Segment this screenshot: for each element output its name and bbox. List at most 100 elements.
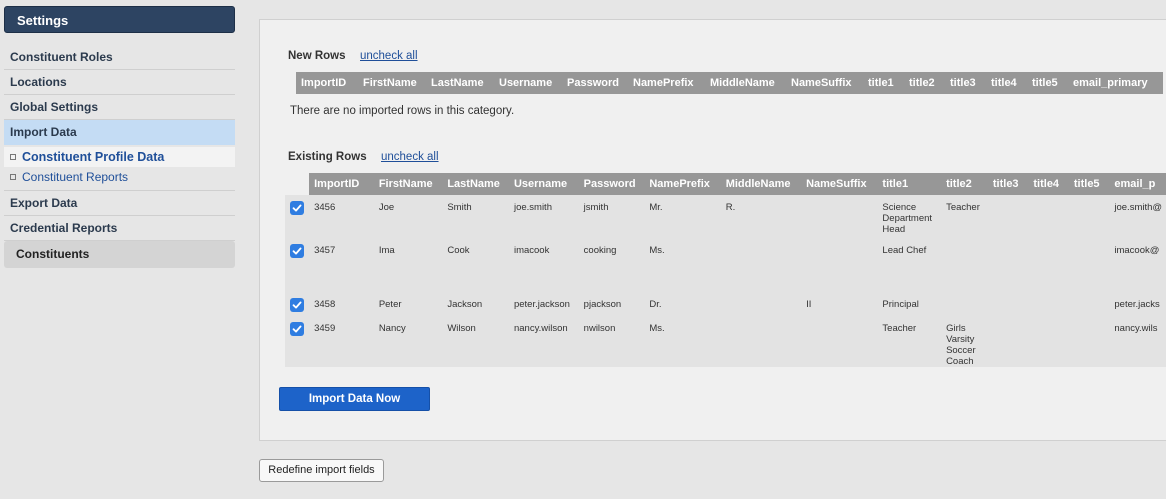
cell-namesuffix: II (801, 292, 878, 316)
new-rows-col-importid: ImportID (296, 72, 358, 94)
cell-title3 (987, 292, 1029, 316)
existing-rows-col-firstname: FirstName (373, 173, 443, 195)
cell-nameprefix: Dr. (644, 292, 721, 316)
existing-rows-col-nameprefix: NamePrefix (644, 173, 721, 195)
cell-title1: Teacher (877, 316, 942, 367)
cell-title1: Lead Chef (877, 238, 942, 292)
sidebar-subitem-constituent-reports[interactable]: Constituent Reports (4, 167, 235, 187)
sidebar-item-locations[interactable]: Locations (4, 70, 235, 95)
cell-namesuffix (801, 195, 878, 238)
existing-rows-col-title5: title5 (1068, 173, 1110, 195)
new-rows-col-middlename: MiddleName (705, 72, 786, 94)
cell-email-p: joe.smith@ (1109, 195, 1166, 238)
existing-rows-col-importid: ImportID (309, 173, 374, 195)
cell-title5 (1068, 292, 1110, 316)
row-checkbox-cell (285, 292, 310, 316)
sidebar-item-constituent-roles[interactable]: Constituent Roles (4, 45, 235, 70)
existing-rows-col-lastname: LastName (442, 173, 509, 195)
cell-title3 (987, 195, 1029, 238)
cell-nameprefix: Ms. (644, 238, 721, 292)
new-rows-col-firstname: FirstName (358, 72, 426, 94)
new-rows-col-title1: title1 (863, 72, 904, 94)
existing-rows-label: Existing Rows (288, 151, 367, 163)
new-rows-empty-message: There are no imported rows in this categ… (290, 105, 515, 117)
sidebar-subitem-constituent-profile-data[interactable]: Constituent Profile Data (4, 147, 235, 167)
cell-firstname: Ima (373, 238, 443, 292)
cell-firstname: Peter (373, 292, 443, 316)
new-rows-col-title2: title2 (904, 72, 945, 94)
cell-title4 (1028, 292, 1069, 316)
new-rows-col-username: Username (494, 72, 562, 94)
existing-rows-col-namesuffix: NameSuffix (801, 173, 878, 195)
cell-password: jsmith (578, 195, 645, 238)
checkbox-column-header (285, 173, 310, 195)
sidebar-item-global-settings[interactable]: Global Settings (4, 95, 235, 120)
cell-title4 (1028, 195, 1069, 238)
sidebar-item-constituents[interactable]: Constituents (4, 241, 235, 268)
cell-password: pjackson (578, 292, 645, 316)
cell-title1: Principal (877, 292, 942, 316)
existing-rows-col-title2: title2 (941, 173, 988, 195)
cell-title5 (1068, 195, 1110, 238)
redefine-import-fields-button[interactable]: Redefine import fields (259, 459, 384, 482)
sidebar-subitem-label: Constituent Profile Data (22, 150, 165, 164)
existing-rows-col-title3: title3 (987, 173, 1029, 195)
existing-rows-col-title4: title4 (1028, 173, 1069, 195)
cell-title2 (941, 238, 988, 292)
row-checkbox[interactable] (290, 244, 304, 258)
new-rows-table: ImportID FirstName LastName Username Passwor… (296, 72, 1163, 94)
cell-importid: 3457 (309, 238, 374, 292)
checkmark-icon (292, 204, 302, 212)
cell-title5 (1068, 316, 1110, 367)
cell-middlename (720, 316, 802, 367)
settings-header: Settings (4, 6, 235, 33)
new-rows-col-email-primary: email_primary (1068, 72, 1163, 94)
cell-title2: Teacher (941, 195, 988, 238)
new-rows-col-password: Password (562, 72, 628, 94)
existing-rows-uncheck-all-link[interactable]: uncheck all (381, 151, 439, 163)
existing-rows-col-username: Username (508, 173, 579, 195)
sidebar-item-import-data[interactable]: Import Data (4, 120, 235, 145)
cell-lastname: Wilson (442, 316, 509, 367)
cell-title1: Science Department Head (877, 195, 942, 238)
row-checkbox[interactable] (290, 298, 304, 312)
cell-namesuffix (801, 316, 878, 367)
sidebar-item-credential-reports[interactable]: Credential Reports (4, 216, 235, 241)
row-checkbox[interactable] (290, 322, 304, 336)
cell-title3 (987, 316, 1029, 367)
cell-username: imacook (508, 238, 579, 292)
cell-lastname: Smith (442, 195, 509, 238)
new-rows-col-title5: title5 (1027, 72, 1068, 94)
import-data-submenu: Constituent Profile Data Constituent Rep… (4, 145, 235, 191)
bullet-square-icon (10, 154, 16, 160)
existing-rows-col-password: Password (578, 173, 645, 195)
import-panel: New Rows uncheck all ImportID FirstName La… (259, 19, 1166, 441)
cell-firstname: Joe (373, 195, 443, 238)
new-rows-col-title3: title3 (945, 72, 986, 94)
cell-lastname: Cook (442, 238, 509, 292)
new-rows-col-title4: title4 (986, 72, 1027, 94)
row-checkbox-cell (285, 316, 310, 367)
cell-email-p: nancy.wils (1109, 316, 1166, 367)
table-row: 3459 Nancy Wilson nancy.wilson nwilson Ms. Tea… (285, 316, 1166, 367)
cell-title4 (1028, 316, 1069, 367)
sidebar-item-export-data[interactable]: Export Data (4, 191, 235, 216)
row-checkbox[interactable] (290, 201, 304, 215)
cell-importid: 3456 (309, 195, 374, 238)
new-rows-label: New Rows (288, 50, 346, 62)
new-rows-uncheck-all-link[interactable]: uncheck all (360, 50, 418, 62)
cell-lastname: Jackson (442, 292, 509, 316)
existing-rows-col-email-p: email_p (1109, 173, 1166, 195)
cell-nameprefix: Ms. (644, 316, 721, 367)
cell-password: nwilson (578, 316, 645, 367)
checkmark-icon (292, 325, 302, 333)
row-checkbox-cell (285, 238, 310, 292)
cell-title3 (987, 238, 1029, 292)
bullet-square-icon (10, 174, 16, 180)
import-data-now-button[interactable]: Import Data Now (279, 387, 430, 411)
cell-title4 (1028, 238, 1069, 292)
cell-middlename: R. (720, 195, 802, 238)
cell-title2 (941, 292, 988, 316)
sidebar: Settings Constituent Roles Locations Glo… (4, 6, 235, 268)
checkmark-icon (292, 301, 302, 309)
